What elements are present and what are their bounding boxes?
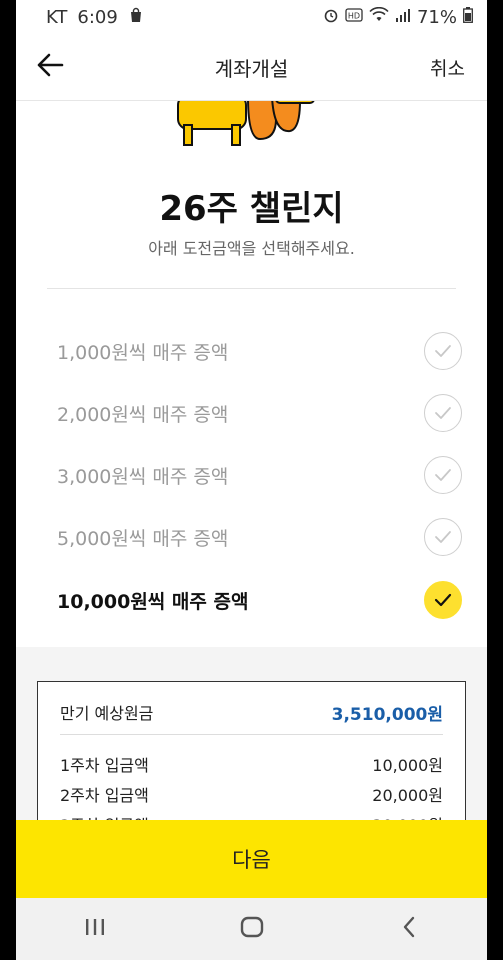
total-value: 3,510,000원 [331,705,443,725]
option-2000[interactable]: 2,000원씩 매주 증액 [57,385,462,441]
option-3000[interactable]: 3,000원씩 매주 증액 [57,447,462,503]
battery-percent: 71% [416,6,457,28]
home-button[interactable] [222,904,282,954]
check-icon-selected [424,581,462,619]
option-label: 2,000원씩 매주 증액 [57,403,229,426]
clock: 6:09 [77,6,118,28]
wifi-icon [369,6,389,28]
app-bar: 계좌개설 취소 [16,34,487,101]
cancel-button[interactable]: 취소 [430,54,465,81]
option-1000[interactable]: 1,000원씩 매주 증액 [57,323,462,379]
week-value: 10,000원 [372,756,443,775]
shopping-bag-icon [128,7,144,28]
week-row: 2주차 입금액 20,000원 [60,782,443,806]
divider [47,288,456,289]
nav-back-button[interactable] [379,904,439,954]
svg-text:HD: HD [348,12,360,21]
check-icon [424,518,462,556]
check-icon [424,456,462,494]
carrier: KT [46,6,68,28]
total-label: 만기 예상원금 [60,704,154,723]
alarm-icon [323,7,339,28]
page-title: 계좌개설 [214,56,289,81]
check-icon [424,332,462,370]
character-illustration [177,101,315,146]
recent-apps-button[interactable] [65,904,125,954]
challenge-subtitle: 아래 도전금액을 선택해주세요. [148,239,355,258]
check-icon [424,394,462,432]
screen-edge-left [0,0,16,960]
summary-divider [60,734,443,735]
recent-apps-icon [84,917,106,941]
status-bar: KT 6:09 HD 71% [16,0,487,34]
screen-edge-right [487,0,503,960]
total-row: 만기 예상원금 3,510,000원 [60,700,443,725]
back-icon [401,916,417,942]
system-nav-bar [16,898,487,960]
option-10000[interactable]: 10,000원씩 매주 증액 [57,572,462,628]
challenge-title: 26주 챌린지 [159,189,344,229]
signal-icon [395,7,411,28]
option-label: 5,000원씩 매주 증액 [57,527,229,550]
week-row: 1주차 입금액 10,000원 [60,752,443,776]
option-5000[interactable]: 5,000원씩 매주 증액 [57,509,462,565]
next-button[interactable]: 다음 [16,820,487,898]
home-icon [240,916,264,942]
week-label: 2주차 입금액 [60,786,149,805]
option-label: 1,000원씩 매주 증액 [57,341,229,364]
week-value: 20,000원 [372,786,443,805]
battery-icon [463,6,473,28]
back-button[interactable] [20,37,80,97]
option-label: 10,000원씩 매주 증액 [57,590,249,613]
option-label: 3,000원씩 매주 증액 [57,465,229,488]
hd-icon: HD [345,8,363,26]
arrow-left-icon [36,53,64,81]
week-label: 1주차 입금액 [60,756,149,775]
